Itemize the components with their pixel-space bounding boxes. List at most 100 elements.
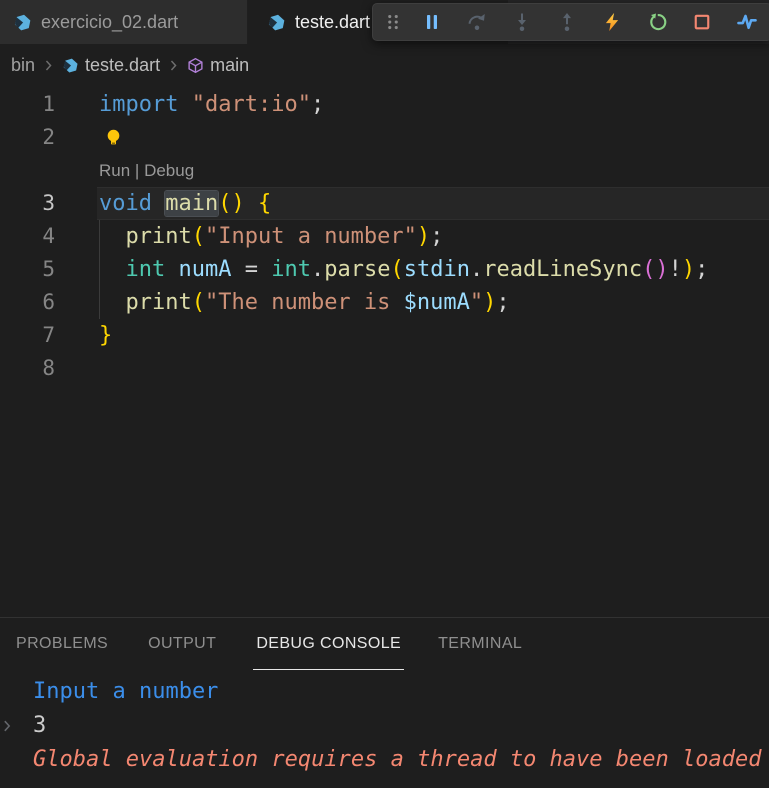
gripper-handle[interactable] <box>377 5 409 39</box>
lightbulb-icon[interactable] <box>104 126 123 147</box>
stop-button[interactable] <box>679 5 724 39</box>
code-token: ) <box>483 290 497 315</box>
console-line: Global evaluation requires a thread to h… <box>0 743 769 777</box>
code-line-3: 3 void main() { <box>0 187 769 220</box>
hot-reload-icon <box>602 12 622 32</box>
console-text: 3 <box>33 713 47 738</box>
code-token: stdin <box>403 257 470 282</box>
code-token: print <box>125 290 192 315</box>
hot-reload-button[interactable] <box>589 5 634 39</box>
code-line-content: print("The number is $numA"); <box>99 286 769 319</box>
code-token: int <box>125 257 166 282</box>
code-token: "Input a number" <box>204 224 417 249</box>
tab-label: teste.dart <box>295 11 371 32</box>
code-line-content <box>99 352 769 385</box>
debug-toolbar[interactable] <box>372 3 769 41</box>
cube-icon <box>187 57 204 74</box>
breadcrumb-item-bin[interactable]: bin <box>11 55 35 76</box>
console-text: Input a number <box>33 679 219 704</box>
code-token: ! <box>668 257 682 282</box>
console-text: Global evaluation requires a thread to h… <box>33 747 762 772</box>
breadcrumb-item-teste-dart[interactable]: teste.dart <box>62 55 160 76</box>
line-number: 5 <box>42 257 55 281</box>
code-token: } <box>99 323 113 348</box>
dart-icon <box>62 57 79 74</box>
code-line-4: 4 print("Input a number"); <box>0 220 769 253</box>
tab-label: exercicio_02.dart <box>41 11 179 32</box>
gripper-icon <box>383 12 403 32</box>
codelens-run-link[interactable]: Run <box>99 161 130 180</box>
pause-button[interactable] <box>409 5 454 39</box>
code-line-5: 5 int numA = int.parse(stdin.readLineSyn… <box>0 253 769 286</box>
restart-button[interactable] <box>634 5 679 39</box>
code-token: print <box>125 224 192 249</box>
line-number: 4 <box>42 224 55 248</box>
panel-tab-debug-console[interactable]: DEBUG CONSOLE <box>253 635 405 670</box>
codelens-debug-link[interactable]: Debug <box>144 161 194 180</box>
code-token: { <box>257 191 272 216</box>
code-token: int <box>271 257 311 282</box>
code-token: ; <box>310 92 325 117</box>
code-line-2: 2 <box>0 121 769 154</box>
code-token: . <box>469 257 484 282</box>
open-devtools-button[interactable] <box>724 5 769 39</box>
breadcrumb-label: bin <box>11 54 36 75</box>
step-into-button[interactable] <box>499 5 544 39</box>
breadcrumb-item-main[interactable]: main <box>187 55 249 76</box>
panel-tab-terminal[interactable]: TERMINAL <box>438 635 522 670</box>
open-devtools-icon <box>736 12 757 32</box>
line-number <box>0 154 55 187</box>
console-line: 3 <box>0 709 769 743</box>
code-line-content: void main() { <box>99 187 769 220</box>
breadcrumb-chevron-icon <box>42 59 55 72</box>
step-over-button[interactable] <box>454 5 499 39</box>
line-number: 3 <box>42 191 55 215</box>
step-over-icon <box>467 12 487 32</box>
console-line: Input a number <box>0 675 769 709</box>
code-token: readLineSync <box>483 257 643 282</box>
editor-tab-exercicio_02-dart[interactable]: exercicio_02.dart <box>0 0 248 44</box>
code-token: main <box>165 191 219 216</box>
code-token: () <box>642 257 669 282</box>
code-line-6: 6 print("The number is $numA"); <box>0 286 769 319</box>
breadcrumb: bin teste.dart main <box>0 44 769 86</box>
pause-icon <box>422 12 442 32</box>
dart-file-icon <box>13 13 32 32</box>
code-token: ) <box>681 257 696 282</box>
codelens-content: Run | Debug <box>99 154 769 187</box>
code-line-7: 7} <box>0 319 769 352</box>
stop-icon <box>692 12 712 32</box>
line-number: 8 <box>42 356 55 380</box>
bottom-panel: PROBLEMS OUTPUT DEBUG CONSOLE TERMINAL Inpu… <box>0 617 769 788</box>
code-token: ; <box>695 257 709 282</box>
debug-console-output: Input a number 3 Global evaluation require… <box>0 670 769 777</box>
restart-icon <box>647 12 667 32</box>
code-token: import <box>99 92 179 117</box>
panel-tab-output[interactable]: OUTPUT <box>148 635 216 670</box>
step-out-icon <box>557 12 577 32</box>
step-out-button[interactable] <box>544 5 589 39</box>
code-line-content: print("Input a number"); <box>99 220 769 253</box>
codelens-row: Run | Debug <box>0 154 769 187</box>
codelens-separator: | <box>130 161 145 180</box>
code-token: ; <box>496 290 510 315</box>
panel-tab-problems[interactable]: PROBLEMS <box>16 635 108 670</box>
line-number: 1 <box>42 92 55 116</box>
code-line-content: } <box>99 319 769 352</box>
code-token: ; <box>430 224 444 249</box>
code-token: " <box>469 290 484 315</box>
code-line-1: 1 import "dart:io"; <box>0 88 769 121</box>
breadcrumb-label: teste.dart <box>85 54 161 75</box>
code-token: ( <box>191 290 205 315</box>
code-token: void <box>99 191 152 216</box>
dart-file-icon <box>267 13 286 32</box>
breadcrumb-label: main <box>210 54 250 75</box>
expand-chevron-icon[interactable] <box>0 719 14 733</box>
code-token: ) <box>416 224 431 249</box>
step-into-icon <box>512 12 532 32</box>
code-editor[interactable]: 1 import "dart:io"; 2 Run | Debug 3 void main… <box>0 86 769 617</box>
